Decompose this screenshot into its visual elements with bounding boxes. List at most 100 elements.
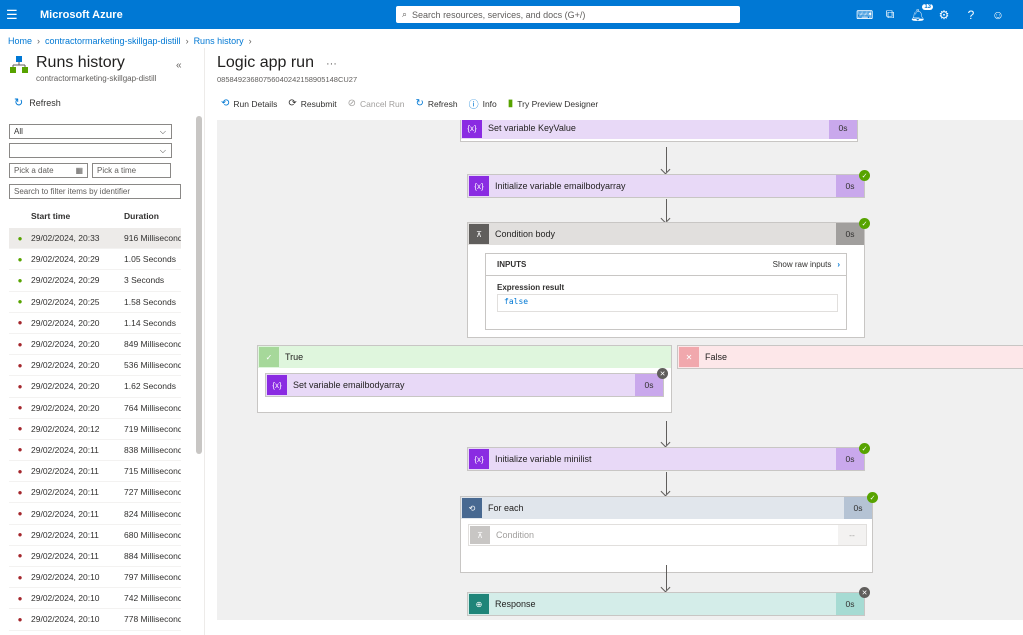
run-details-button[interactable]: ⟲ Run Details [221,98,277,109]
preview-designer-label: Try Preview Designer [517,98,599,109]
table-row[interactable]: ● 29/02/2024, 20:20 536 Milliseconds [9,355,181,377]
table-row[interactable]: ● 29/02/2024, 20:12 719 Milliseconds [9,419,181,440]
secondary-filter-select[interactable]: ⌵ [9,143,172,158]
run-duration: 778 Milliseconds [124,614,181,625]
status-filter-select[interactable]: All ⌵ [9,124,172,139]
info-label: Info [482,98,497,109]
show-raw-label: Show raw inputs [772,260,832,269]
action-set-variable-keyvalue[interactable]: {x} Set variable KeyValue 0s [460,120,858,142]
run-start-time: 29/02/2024, 20:33 [31,233,100,244]
run-duration: 719 Milliseconds [124,423,181,434]
action-response[interactable]: ⊕ Response 0s [467,592,865,616]
table-row[interactable]: ● 29/02/2024, 20:25 1.58 Seconds [9,292,181,313]
checkmark-icon: ✓ [259,347,279,367]
run-start-time: 29/02/2024, 20:12 [31,423,100,434]
table-row[interactable]: ● 29/02/2024, 20:11 884 Milliseconds [9,546,181,567]
table-row[interactable]: ● 29/02/2024, 20:20 764 Milliseconds [9,398,181,419]
action-condition-body[interactable]: ⊼ Condition body 0s INPUTS Show raw inpu… [467,222,865,338]
run-duration: 1.62 Seconds [124,381,176,392]
show-raw-inputs-link[interactable]: Show raw inputs › [773,260,840,269]
variable-icon: {x} [469,449,489,469]
preview-designer-button[interactable]: ▮ Try Preview Designer [508,98,598,109]
settings-icon[interactable]: ⚙ [937,8,951,22]
table-row[interactable]: ● 29/02/2024, 20:11 680 Milliseconds [9,525,181,546]
error-icon: ● [17,381,23,391]
column-duration[interactable]: Duration [124,211,159,221]
table-row[interactable]: ● 29/02/2024, 20:20 849 Milliseconds [9,334,181,356]
table-row[interactable]: ● 29/02/2024, 20:29 1.05 Seconds [9,249,181,271]
globe-icon: ⊕ [469,594,489,614]
breadcrumb-home[interactable]: Home [8,36,32,46]
refresh-run-button[interactable]: ↻ Refresh [415,98,457,109]
table-row[interactable]: ● 29/02/2024, 20:20 1.14 Seconds [9,313,181,334]
table-row[interactable]: ● 29/02/2024, 20:11 824 Milliseconds [9,503,181,525]
error-icon: ● [17,572,23,582]
refresh-icon: ↻ [14,97,24,109]
chevron-right-icon: › [37,36,41,46]
scrollbar[interactable] [196,116,202,454]
action-for-each[interactable]: ⟲ For each 0s ⊼ Condition -- [460,496,873,573]
variable-icon: {x} [462,120,482,138]
action-title: Initialize variable emailbodyarray [495,181,626,191]
run-duration: 884 Milliseconds [124,550,181,561]
table-row[interactable]: ● 29/02/2024, 20:10 797 Milliseconds [9,567,181,589]
breadcrumb: Home › contractormarketing-skillgap-disti… [8,36,252,46]
run-start-time: 29/02/2024, 20:10 [31,593,100,604]
table-row[interactable]: ● 29/02/2024, 20:20 1.62 Seconds [9,376,181,398]
designer-canvas[interactable]: {x} Set variable KeyValue 0s {x} Initial… [217,120,1023,620]
directory-filter-icon[interactable]: ⧉ [883,7,897,22]
error-icon: ● [17,466,23,476]
breadcrumb-logic-app[interactable]: contractormarketing-skillgap-distill [45,36,181,46]
brand-label[interactable]: Microsoft Azure [40,9,123,21]
info-button[interactable]: ⓘ Info [469,96,497,112]
false-branch[interactable]: ✕ False [677,345,1023,369]
refresh-run-label: Refresh [427,98,458,109]
time-picker[interactable]: Pick a time [92,163,171,178]
runs-table: ● 29/02/2024, 20:33 916 Milliseconds ● 29/02… [9,228,181,631]
error-icon: ● [17,424,23,434]
table-row[interactable]: ● 29/02/2024, 20:10 778 Milliseconds [9,609,181,631]
action-set-variable-emailbodyarray[interactable]: {x} Set variable emailbodyarray 0s [265,373,664,397]
true-branch[interactable]: ✓ True {x} Set variable emailbodyarray 0… [257,345,672,413]
breadcrumb-runs-history[interactable]: Runs history [194,36,244,46]
table-row[interactable]: ● 29/02/2024, 20:33 916 Milliseconds [9,228,181,250]
action-duration: 0s [829,120,857,139]
success-check-icon: ✓ [859,170,870,181]
action-init-minilist[interactable]: {x} Initialize variable minilist 0s [467,447,865,471]
time-placeholder: Pick a time [97,166,137,175]
column-start-time[interactable]: Start time [9,211,124,221]
collapse-icon[interactable]: « [176,60,182,71]
table-row[interactable]: ● 29/02/2024, 20:11 727 Milliseconds [9,482,181,504]
action-duration: -- [838,525,866,545]
date-picker[interactable]: Pick a date ▦ [9,163,88,178]
variable-icon: {x} [267,375,287,395]
runs-table-header: Start time Duration [9,208,181,224]
cloud-shell-icon[interactable]: ⌨ [856,8,873,22]
chevron-right-icon: › [837,260,840,269]
table-row[interactable]: ● 29/02/2024, 20:10 742 Milliseconds [9,588,181,610]
expression-label: Expression result [497,283,565,292]
run-start-time: 29/02/2024, 20:11 [31,487,99,498]
cancel-run-button[interactable]: ⊘ Cancel Run [348,98,405,109]
error-icon: ● [17,551,23,561]
notifications-icon[interactable]: 🔔︎ 13 [910,3,933,22]
help-icon[interactable]: ? [964,8,978,22]
global-search-input[interactable]: ⌕ Search resources, services, and docs (… [396,6,740,23]
run-start-time: 29/02/2024, 20:25 [31,296,100,307]
menu-icon[interactable]: ☰ [6,7,30,23]
action-init-emailbodyarray[interactable]: {x} Initialize variable emailbodyarray 0… [467,174,865,198]
success-check-icon: ✓ [859,443,870,454]
identifier-search-input[interactable]: Search to filter items by identifier [9,184,181,199]
error-icon: ● [17,445,23,455]
run-start-time: 29/02/2024, 20:20 [31,381,100,392]
more-options-icon[interactable]: ··· [326,58,337,70]
table-row[interactable]: ● 29/02/2024, 20:11 715 Milliseconds [9,461,181,483]
feedback-icon[interactable]: ☺ [991,8,1005,22]
table-row[interactable]: ● 29/02/2024, 20:11 838 Milliseconds [9,440,181,462]
run-start-time: 29/02/2024, 20:11 [31,529,99,540]
run-duration: 536 Milliseconds [124,360,181,371]
resubmit-button[interactable]: ⟳ Resubmit [288,98,336,109]
table-row[interactable]: ● 29/02/2024, 20:29 3 Seconds [9,270,181,292]
refresh-button[interactable]: ↻ Refresh [14,96,61,109]
inner-condition[interactable]: ⊼ Condition -- [468,524,867,546]
